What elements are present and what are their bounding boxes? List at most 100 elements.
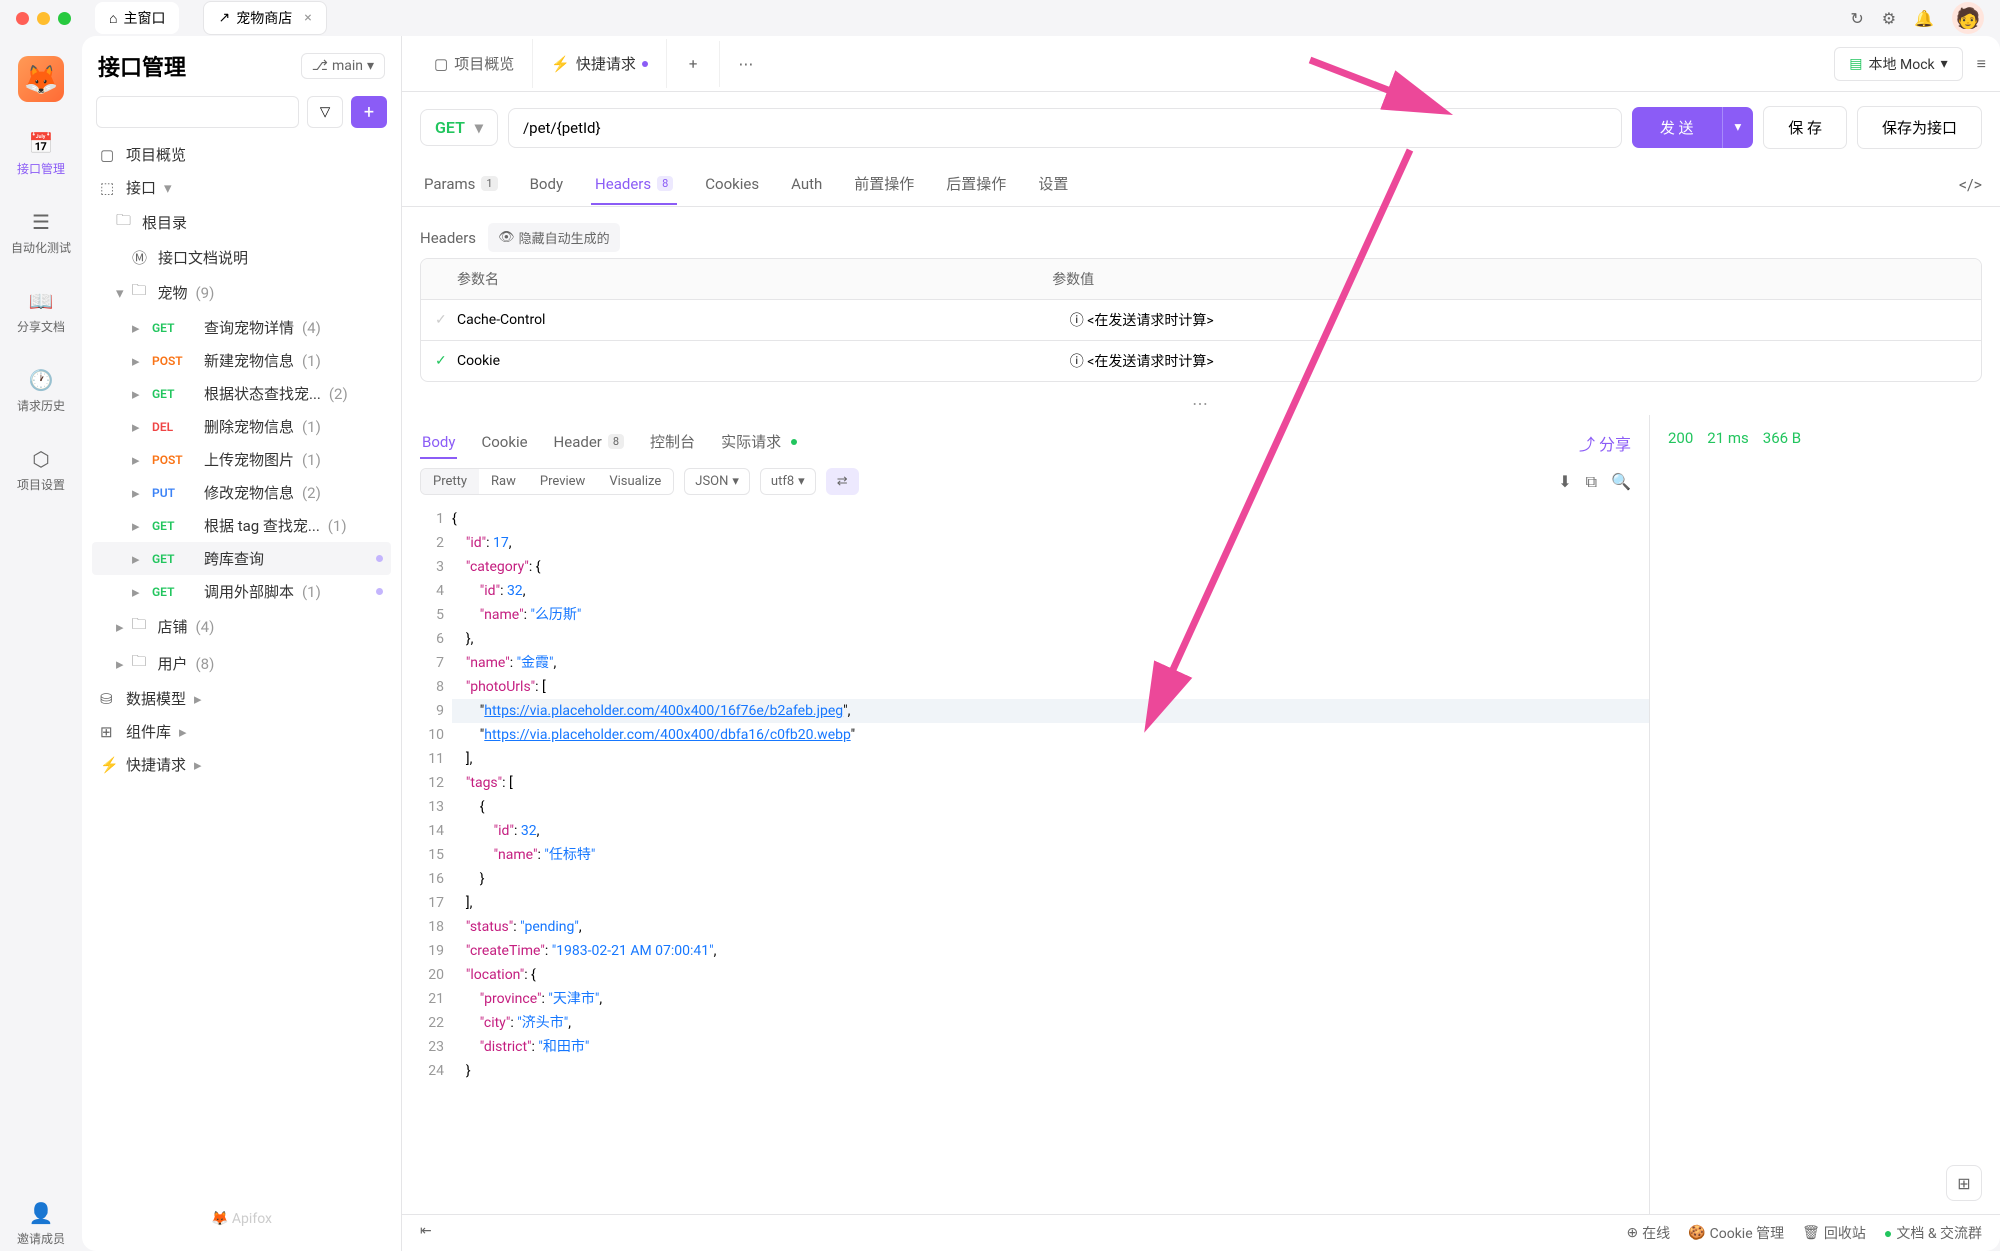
close-window-icon[interactable]: [16, 12, 29, 25]
chevron-down-icon: ▾: [1941, 56, 1948, 72]
tree-root-dir[interactable]: 🗀根目录: [92, 204, 391, 241]
rail-share-docs[interactable]: 📖 分享文档: [13, 284, 69, 339]
search-input[interactable]: [96, 96, 299, 128]
response-body-editor[interactable]: 123456789101112131415161718192021222324 …: [402, 503, 1649, 1214]
tab-project-overview[interactable]: ▢项目概览: [416, 39, 533, 88]
view-raw[interactable]: Raw: [479, 469, 528, 494]
tab-new[interactable]: +: [667, 41, 721, 87]
markdown-icon: Ⓜ: [132, 247, 150, 268]
window-tab-main[interactable]: ⌂ 主窗口: [95, 2, 179, 34]
rtab-pre[interactable]: 前置操作: [850, 163, 918, 206]
tree-api-root[interactable]: ⬚接口 ▾: [92, 171, 391, 204]
tree-quick-request[interactable]: ⚡快捷请求 ▸: [92, 748, 391, 781]
green-dot-icon: [791, 439, 797, 445]
send-button[interactable]: 发 送: [1632, 107, 1722, 148]
footer-cookie[interactable]: 🍪Cookie 管理: [1688, 1223, 1784, 1243]
view-preview[interactable]: Preview: [528, 469, 597, 494]
url-input[interactable]: [508, 108, 1622, 148]
tree-project-overview[interactable]: ▢项目概览: [92, 138, 391, 171]
rail-project-settings[interactable]: ⬡ 项目设置: [13, 442, 69, 497]
refresh-icon[interactable]: ↻: [1850, 9, 1863, 28]
method-selector[interactable]: GET▾: [420, 109, 498, 146]
encoding-selector[interactable]: utf8▾: [760, 468, 816, 495]
tab-more[interactable]: ⋯: [720, 41, 771, 87]
resp-tab-console[interactable]: 控制台: [648, 425, 697, 460]
close-tab-icon[interactable]: ×: [304, 10, 311, 26]
rail-history[interactable]: 🕐 请求历史: [13, 363, 69, 418]
tree-endpoint[interactable]: ▸GET跨库查询: [92, 542, 391, 575]
footer-recycle[interactable]: 🗑回收站: [1802, 1223, 1866, 1243]
layout-toggle-button[interactable]: ⊞: [1946, 1165, 1982, 1201]
tree-endpoint[interactable]: ▸GET根据状态查找宠...(2): [92, 377, 391, 410]
panel-title: 接口管理: [98, 50, 186, 82]
tree-doc-intro[interactable]: Ⓜ接口文档说明: [92, 241, 391, 274]
filter-button[interactable]: ▽: [307, 96, 343, 128]
tree-folder-user[interactable]: ▸ 🗀用户(8): [92, 645, 391, 682]
view-visualize[interactable]: Visualize: [597, 469, 673, 494]
rtab-headers[interactable]: Headers8: [591, 165, 677, 205]
minimize-window-icon[interactable]: [37, 12, 50, 25]
footer-docs[interactable]: ●文档 & 交流群: [1884, 1223, 1982, 1243]
tree-endpoint[interactable]: ▸GET根据 tag 查找宠...(1): [92, 509, 391, 542]
add-button[interactable]: +: [351, 96, 387, 128]
copy-icon[interactable]: ⧉: [1586, 472, 1597, 492]
view-pretty[interactable]: Pretty: [421, 469, 479, 494]
bell-icon[interactable]: 🔔: [1914, 9, 1934, 28]
tree-endpoint[interactable]: ▸GET调用外部脚本(1): [92, 575, 391, 608]
footer-online[interactable]: ⊕在线: [1626, 1223, 1670, 1243]
check-icon[interactable]: ✓: [435, 353, 457, 369]
settings-gear-icon[interactable]: ⚙: [1882, 9, 1896, 28]
endpoint-name: 根据状态查找宠...: [204, 383, 321, 404]
headers-table: 参数名 参数值 ✓ Cache-Control ⓘ <在发送请求时计算> ✓ C…: [420, 258, 1982, 382]
tree-folder-shop[interactable]: ▸ 🗀店铺(4): [92, 608, 391, 645]
avatar[interactable]: 🧑: [1952, 2, 1984, 34]
rtab-params[interactable]: Params1: [420, 165, 502, 205]
share-button[interactable]: ⤴分享: [1579, 431, 1631, 455]
rail-invite[interactable]: 👤 邀请成员: [13, 1196, 69, 1251]
wrap-button[interactable]: ⇄: [826, 468, 859, 495]
branch-selector[interactable]: ⎇ main ▾: [301, 53, 385, 79]
rtab-post[interactable]: 后置操作: [942, 163, 1010, 206]
header-row[interactable]: ✓ Cache-Control ⓘ <在发送请求时计算>: [421, 299, 1981, 340]
save-as-button[interactable]: 保存为接口: [1857, 106, 1982, 149]
menu-icon[interactable]: ≡: [1977, 54, 1986, 74]
tree-endpoint[interactable]: ▸POST新建宠物信息(1): [92, 344, 391, 377]
tree-folder-pet[interactable]: ▾ 🗀宠物(9): [92, 274, 391, 311]
tree-data-model[interactable]: ⛁数据模型 ▸: [92, 682, 391, 715]
format-selector[interactable]: JSON▾: [684, 468, 750, 495]
rtab-settings[interactable]: 设置: [1034, 163, 1072, 206]
side-rail: 🦊 📅 接口管理 ☰ 自动化测试 📖 分享文档 🕐 请求历史 ⬡ 项目设置: [0, 36, 82, 1251]
rtab-body[interactable]: Body: [526, 165, 567, 205]
rail-automation[interactable]: ☰ 自动化测试: [7, 205, 75, 260]
search-icon[interactable]: 🔍: [1611, 472, 1631, 492]
resp-tab-cookie[interactable]: Cookie: [479, 427, 529, 459]
rtab-cookies[interactable]: Cookies: [701, 165, 763, 205]
hide-autogen-button[interactable]: 👁隐藏自动生成的: [488, 223, 620, 252]
environment-selector[interactable]: ▤本地 Mock▾: [1834, 47, 1962, 81]
rail-api-management[interactable]: 📅 接口管理: [13, 126, 69, 181]
tree-endpoint[interactable]: ▸DEL删除宠物信息(1): [92, 410, 391, 443]
check-icon[interactable]: ✓: [435, 312, 457, 328]
endpoint-name: 根据 tag 查找宠...: [204, 515, 320, 536]
tab-quick-request[interactable]: ⚡快捷请求: [533, 39, 667, 88]
resize-handle[interactable]: ⋯: [402, 392, 2000, 415]
app-logo[interactable]: 🦊: [18, 56, 64, 102]
unsaved-dot-icon: [376, 588, 383, 595]
save-button[interactable]: 保 存: [1763, 106, 1847, 149]
download-icon[interactable]: ⬇: [1558, 472, 1571, 492]
resp-tab-actual[interactable]: 实际请求: [719, 425, 799, 460]
tree-components[interactable]: ⊞组件库 ▸: [92, 715, 391, 748]
maximize-window-icon[interactable]: [58, 12, 71, 25]
tree-endpoint[interactable]: ▸GET查询宠物详情(4): [92, 311, 391, 344]
rtab-auth[interactable]: Auth: [787, 165, 826, 205]
window-tab-petstore[interactable]: ↗ 宠物商店 ×: [203, 1, 326, 35]
resp-tab-body[interactable]: Body: [420, 427, 457, 459]
tree-endpoint[interactable]: ▸POST上传宠物图片(1): [92, 443, 391, 476]
send-dropdown[interactable]: ▾: [1722, 107, 1754, 148]
col-param-value: 参数值: [1052, 269, 1945, 289]
collapse-icon[interactable]: ⇤: [420, 1223, 432, 1239]
resp-tab-header[interactable]: Header8: [552, 427, 627, 459]
header-row[interactable]: ✓ Cookie ⓘ <在发送请求时计算>: [421, 340, 1981, 381]
tree-endpoint[interactable]: ▸PUT修改宠物信息(2): [92, 476, 391, 509]
code-icon[interactable]: </>: [1959, 175, 1982, 194]
